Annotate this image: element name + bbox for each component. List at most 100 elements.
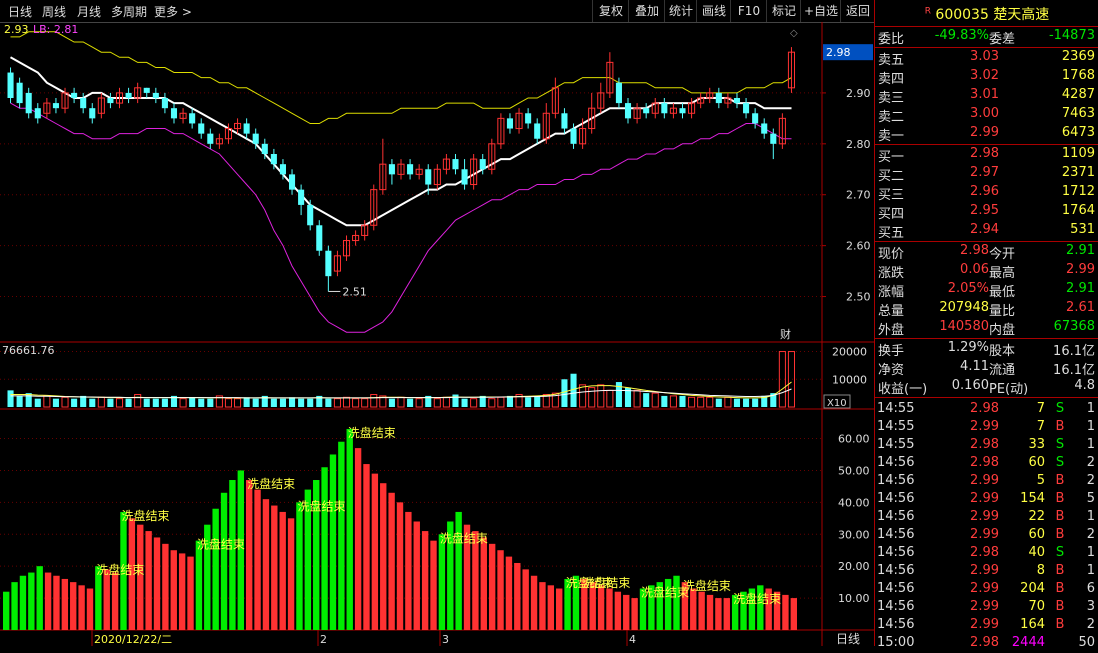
candle-body	[189, 113, 196, 124]
bid-label: 买四	[878, 207, 905, 222]
volume-bar	[143, 398, 150, 407]
ask-label: 卖一	[878, 129, 905, 144]
indicator-bar	[287, 518, 295, 630]
volume-bar	[643, 393, 650, 407]
tab-monthly[interactable]: 月线	[77, 3, 101, 20]
quote-label: 收益(一)	[878, 382, 928, 397]
ask-row: 卖五 3.03 2369	[875, 49, 1098, 68]
volume-bar	[34, 398, 41, 407]
add-watchlist-button[interactable]: +自选	[800, 0, 841, 22]
tick-price: 2.98	[970, 545, 999, 560]
diamond-icon: ◇	[790, 28, 798, 39]
signal-label: 洗盘结束	[641, 585, 689, 600]
fuquan-button[interactable]: 复权	[592, 0, 629, 22]
stat-row: 外盘 140580 内盘 67368	[875, 319, 1098, 338]
indicator-bar	[86, 588, 94, 630]
indicator-bar	[254, 489, 261, 630]
draw-line-button[interactable]: 画线	[696, 0, 731, 22]
signal-label: 洗盘结束	[197, 537, 245, 552]
signal-label: 洗盘结束	[247, 476, 295, 491]
tick-row: 14:56 2.99 60 B 2	[875, 527, 1098, 545]
tick-row: 14:55 2.98 33 S 1	[875, 437, 1098, 455]
indicator-bar	[790, 598, 797, 630]
tick-time: 14:56	[877, 491, 915, 506]
mark-button[interactable]: 标记	[766, 0, 801, 22]
quote-label: 涨幅	[878, 285, 905, 300]
quote-label: 总量	[878, 304, 905, 319]
indicator-bar	[497, 550, 504, 630]
bid-price: 2.96	[970, 184, 999, 199]
tick-row: 14:56 2.98 60 S 2	[875, 455, 1098, 473]
tick-row: 14:56 2.98 40 S 1	[875, 545, 1098, 563]
indicator-bar	[673, 575, 680, 630]
tick-time: 14:56	[877, 509, 915, 524]
quote-label: 涨跌	[878, 266, 905, 281]
volume-bar	[307, 398, 314, 407]
indicator-bar	[145, 531, 152, 630]
indicator-bar	[698, 591, 705, 630]
tab-weekly[interactable]: 周线	[42, 3, 66, 20]
volume-bar	[724, 396, 732, 408]
volume-bar	[688, 396, 696, 408]
volume-bar	[89, 398, 96, 407]
ask-volume: 7463	[1061, 106, 1095, 121]
ask-row: 卖三 3.01 4287	[875, 87, 1098, 106]
tick-direction: B	[1055, 473, 1065, 488]
indicator-bar	[514, 562, 521, 630]
stock-code: 600035	[935, 7, 989, 23]
indicator-bar	[488, 543, 496, 630]
volume-bar	[161, 398, 168, 407]
stat-row: 现价 2.98 今开 2.91	[875, 243, 1098, 262]
tick-count: 3	[1086, 599, 1095, 614]
bid-price: 2.95	[970, 203, 999, 218]
quote-value: 2.99	[1066, 262, 1095, 277]
indicator-y-tick: 20.00	[838, 560, 870, 573]
indicator-bar	[3, 591, 10, 630]
indicator-bar	[530, 575, 538, 630]
candle-body	[261, 143, 268, 154]
tick-count: 2	[1086, 527, 1095, 542]
bid-label: 买五	[878, 226, 905, 241]
back-button[interactable]: 返回	[840, 0, 875, 22]
volume-bar	[71, 398, 78, 407]
statistics-button[interactable]: 统计	[664, 0, 697, 22]
indicator-bar	[170, 550, 177, 630]
quote-label: 换手	[878, 344, 905, 359]
indicator-bar	[539, 582, 546, 630]
overlay-button[interactable]: 叠加	[628, 0, 665, 22]
tick-price: 2.99	[970, 509, 999, 524]
volume-bar	[288, 397, 296, 407]
tab-daily[interactable]: 日线	[8, 3, 32, 20]
volume-bar	[61, 396, 69, 408]
stat-row: 涨幅 2.05% 最低 2.91	[875, 281, 1098, 300]
volume-bar	[433, 398, 441, 408]
tick-row: 14:56 2.99 154 B 5	[875, 491, 1098, 509]
indicator-bar	[137, 524, 144, 630]
indicator-bar	[556, 588, 563, 630]
volume-bar	[497, 396, 505, 408]
bid-row: 买二 2.97 2371	[875, 165, 1098, 184]
tick-direction: B	[1055, 563, 1065, 578]
divider	[875, 47, 1098, 48]
candle-body	[298, 189, 305, 205]
candle-body	[207, 133, 214, 144]
signal-label: 洗盘结束	[683, 578, 731, 593]
more-menu[interactable]: 更多 >	[154, 3, 192, 20]
tab-multi-period[interactable]: 多周期	[111, 3, 147, 20]
candle-body	[80, 98, 87, 109]
candle-body	[570, 128, 577, 144]
indicator-bar	[70, 582, 77, 630]
candle-body	[7, 72, 14, 98]
quote-value: -49.83%	[934, 28, 989, 43]
candle-body	[534, 123, 541, 139]
bid-row: 买三 2.96 1712	[875, 184, 1098, 203]
candle-body	[125, 92, 132, 98]
volume-bar	[661, 395, 668, 407]
tick-volume: 154	[1020, 491, 1045, 506]
tick-time: 14:55	[877, 401, 915, 416]
f10-button[interactable]: F10	[730, 0, 767, 22]
volume-bar	[342, 396, 351, 408]
divider	[875, 338, 1098, 339]
indicator-bar	[103, 569, 110, 630]
kline-chart-area[interactable]: 洗盘结束洗盘结束洗盘结束洗盘结束洗盘结束洗盘结束洗盘结束洗盘结束洗盘结束洗盘结束…	[0, 22, 874, 646]
